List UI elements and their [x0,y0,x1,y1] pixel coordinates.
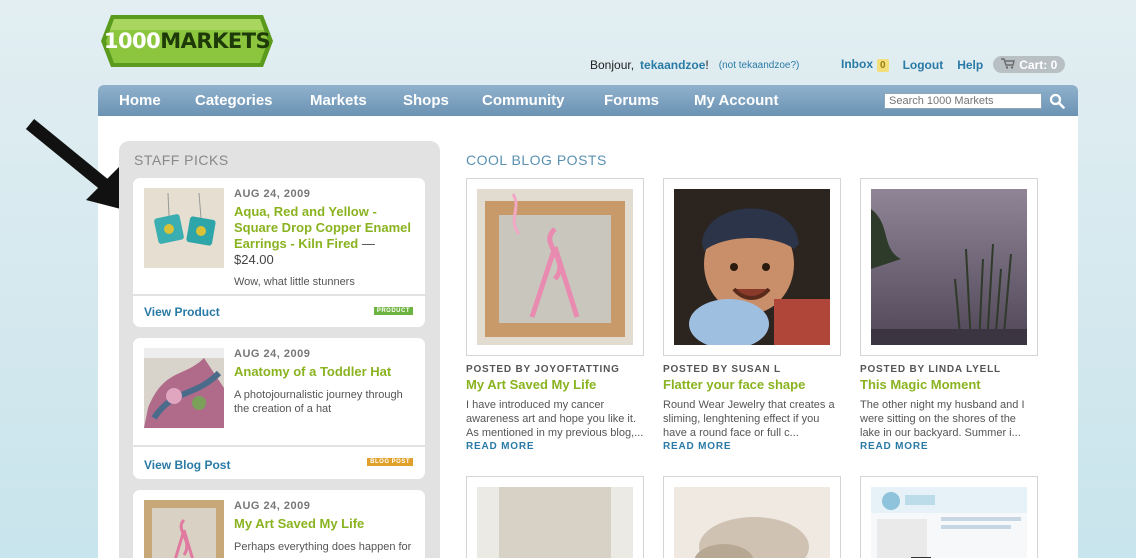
post-image-frame[interactable] [860,476,1038,558]
website-screenshot-image [871,487,1027,558]
search-icon[interactable] [1049,93,1065,109]
username-link[interactable]: tekaandzoe [640,58,705,72]
nav-markets[interactable]: Markets [310,92,367,109]
pick-desc: Perhaps everything does happen for [234,541,412,553]
blog-post-card: POSTED BY LINDA LYELL This Magic Moment … [860,178,1038,452]
blog-section-title: COOL BLOG POSTS [466,152,607,168]
user-greeting: Bonjour, tekaandzoe! (not tekaandzoe?) [590,58,800,72]
pick-date: AUG 24, 2009 [234,348,311,360]
staff-picks-panel: STAFF PICKS AUG 24, 2009 Aqua, Red and Y… [119,141,440,558]
nav-community[interactable]: Community [482,92,565,109]
pick-desc: A photojournalistic journey through the … [234,389,403,415]
staff-pick-card: AUG 24, 2009 Aqua, Red and Yellow - Squa… [133,178,425,327]
post-title[interactable]: My Art Saved My Life [466,377,644,392]
inbox-link[interactable]: Inbox 0 [841,57,889,72]
inbox-count-badge: 0 [877,59,889,72]
pick-desc: Wow, what little stunners [234,276,355,288]
pick-title[interactable]: Anatomy of a Toddler Hat [234,364,414,380]
divider [133,294,425,296]
post-image-frame[interactable] [663,178,841,356]
blog-post-card: POSTED BY SUSAN L Flatter your face shap… [663,178,841,452]
logo-wordmark: 1000 MARKETS [103,29,271,53]
cart-button[interactable]: Cart: 0 [993,56,1066,73]
post-image-frame[interactable] [663,476,841,558]
nav-categories[interactable]: Categories [195,92,273,109]
toddler-hat-thumbnail[interactable] [144,348,224,428]
pick-title[interactable]: Aqua, Red and Yellow - Square Drop Coppe… [234,204,414,268]
read-more-link[interactable]: READ MORE [860,441,1038,452]
staff-pick-card: AUG 24, 2009 My Art Saved My Life Perhap… [133,490,425,558]
divider [133,445,425,447]
post-excerpt: Round Wear Jewelry that creates a slimin… [663,399,835,439]
read-more-link[interactable]: READ MORE [663,441,841,452]
view-blog-post-link[interactable]: View Blog Post [144,458,230,472]
earrings-thumbnail[interactable] [144,188,224,268]
ribbon-frame-image [477,189,633,345]
nav-home[interactable]: Home [119,92,161,109]
post-image-frame[interactable] [466,178,644,356]
post-excerpt: I have introduced my cancer awareness ar… [466,399,644,439]
ribbon-art-thumbnail[interactable] [144,500,224,558]
baby-photo-image [674,189,830,349]
search-input[interactable] [884,93,1042,109]
help-link[interactable]: Help [957,58,983,72]
post-author: POSTED BY LINDA LYELL [860,364,1001,375]
post-author: POSTED BY SUSAN L [663,364,781,375]
post-image-frame[interactable] [860,178,1038,356]
nav-shops[interactable]: Shops [403,92,449,109]
post-author: POSTED BY JOYOFTATTING [466,364,620,375]
site-logo[interactable]: 1000 MARKETS [101,13,273,69]
greeting-text: Bonjour, [590,58,635,72]
blurry-photo-image [674,487,830,558]
nav-my-account[interactable]: My Account [694,92,778,109]
main-navbar: Home Categories Markets Shops Community … [98,85,1078,116]
post-title[interactable]: Flatter your face shape [663,377,841,392]
pick-date: AUG 24, 2009 [234,188,311,200]
post-excerpt: The other night my husband and I were si… [860,399,1025,439]
cart-icon [1001,57,1016,72]
blog-post-badge: BLOG POST [367,458,413,466]
pick-date: AUG 24, 2009 [234,500,311,512]
pick-title[interactable]: My Art Saved My Life [234,516,414,532]
product-badge: PRODUCT [373,307,413,315]
lake-photo-image [871,189,1027,346]
read-more-link[interactable]: READ MORE [466,441,644,452]
nav-forums[interactable]: Forums [604,92,659,109]
staff-pick-card: AUG 24, 2009 Anatomy of a Toddler Hat A … [133,338,425,479]
account-nav: Inbox 0 Logout Help Cart: 0 [841,56,1066,73]
grandmas-sign-image [477,487,633,558]
staff-picks-title: STAFF PICKS [134,152,229,168]
logout-link[interactable]: Logout [903,58,944,72]
blog-post-card: POSTED BY JOYOFTATTING My Art Saved My L… [466,178,644,452]
post-title[interactable]: This Magic Moment [860,377,1038,392]
post-image-frame[interactable] [466,476,644,558]
view-product-link[interactable]: View Product [144,305,220,319]
not-user-link[interactable]: (not tekaandzoe?) [719,60,800,71]
